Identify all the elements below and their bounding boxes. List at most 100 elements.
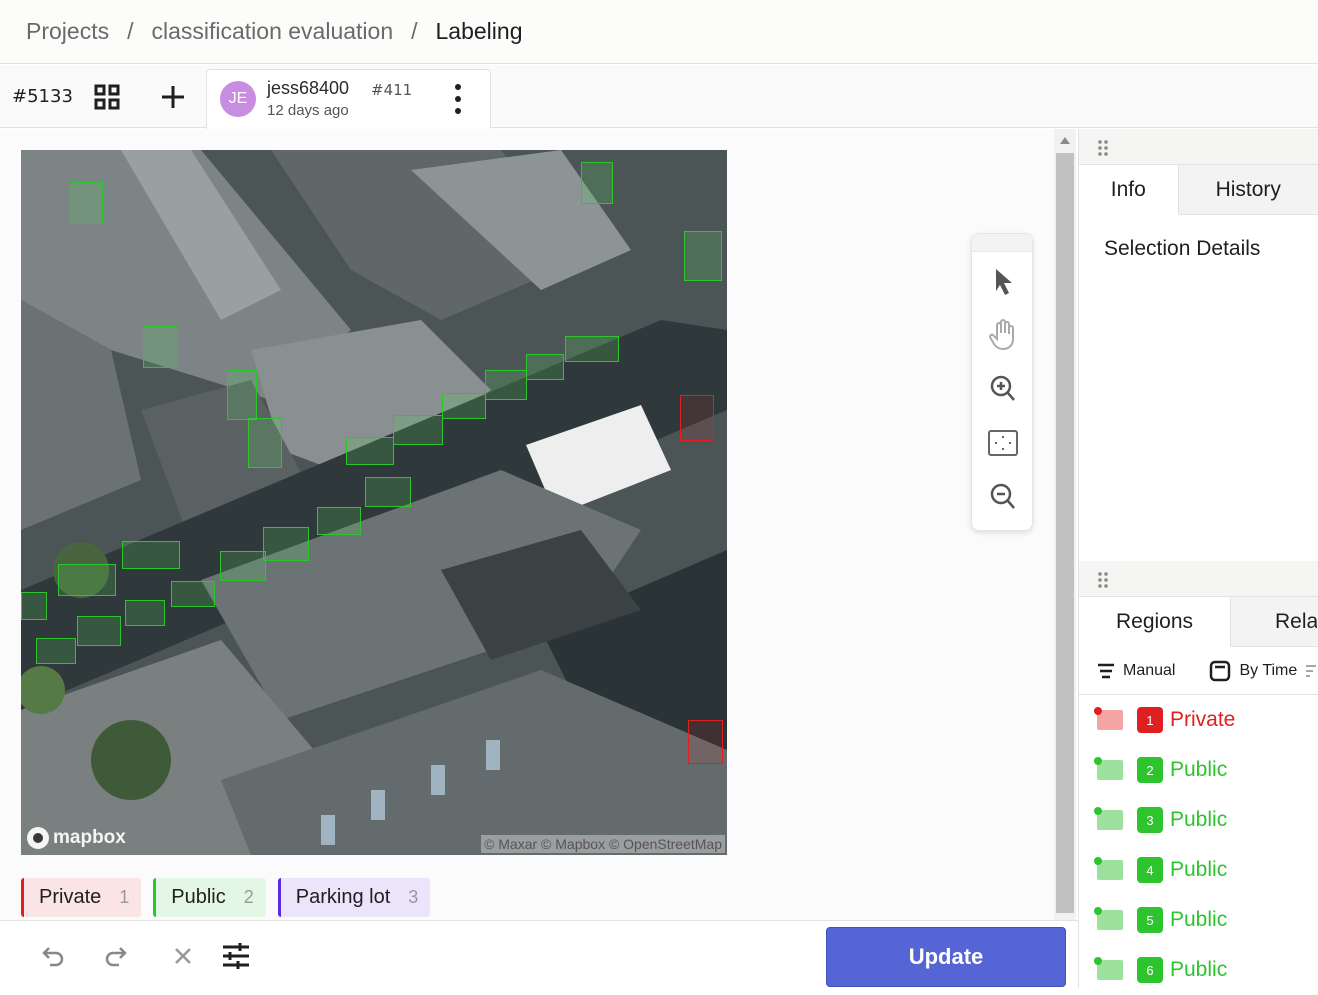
regions-tabs: Regions Relations <box>1079 597 1318 647</box>
zoom-out-icon[interactable] <box>986 480 1020 514</box>
selection-details-title: Selection Details <box>1104 237 1261 260</box>
region-label: Private <box>1170 708 1236 731</box>
region-label: Public <box>1170 758 1228 781</box>
region-item[interactable]: 3 Public <box>1079 795 1318 845</box>
region-number: 3 <box>1137 807 1163 833</box>
region-number: 1 <box>1137 707 1163 733</box>
label-name: Parking lot <box>295 886 391 908</box>
pan-hand-icon[interactable] <box>986 318 1020 352</box>
tab-info[interactable]: Info <box>1079 165 1179 215</box>
region-box[interactable] <box>77 616 121 646</box>
scrollbar-thumb[interactable] <box>1056 153 1074 913</box>
annotation-tab[interactable]: JE jess68400 #411 12 days ago <box>206 69 491 129</box>
region-box[interactable] <box>526 354 564 380</box>
region-shape-icon <box>1094 707 1123 730</box>
label-name: Private <box>39 886 102 908</box>
region-item[interactable]: 4 Public <box>1079 845 1318 895</box>
region-box[interactable] <box>143 326 178 368</box>
region-number: 4 <box>1137 857 1163 883</box>
region-box[interactable] <box>393 415 443 445</box>
breadcrumb: Projects / classification evaluation / L… <box>0 0 1318 64</box>
mapbox-logo: mapbox <box>27 827 126 849</box>
bottom-toolbar: Update <box>0 920 1078 988</box>
toolbar-drag-handle[interactable] <box>972 234 1032 252</box>
canvas-toolbar <box>971 233 1033 531</box>
region-box[interactable] <box>220 551 266 581</box>
region-box[interactable] <box>581 162 613 204</box>
region-box[interactable] <box>263 527 309 561</box>
label-parking-lot[interactable]: Parking lot 3 <box>277 878 431 917</box>
zoom-in-icon[interactable] <box>986 372 1020 406</box>
region-shape-icon <box>1094 957 1123 980</box>
label-hotkey: 3 <box>408 887 419 907</box>
label-hotkey: 2 <box>243 887 254 907</box>
region-box[interactable] <box>125 600 165 626</box>
panel-drag-handle[interactable] <box>1079 561 1318 597</box>
label-name: Public <box>171 886 226 908</box>
manual-sort-button[interactable]: Manual <box>1097 662 1175 680</box>
breadcrumb-project[interactable]: classification evaluation <box>151 18 393 45</box>
region-item[interactable]: 2 Public <box>1079 745 1318 795</box>
region-shape-icon <box>1094 757 1123 780</box>
select-pointer-icon[interactable] <box>986 264 1020 298</box>
canvas-scrollbar[interactable] <box>1054 129 1076 920</box>
scroll-up-icon[interactable] <box>1060 137 1070 144</box>
more-options-icon[interactable] <box>451 82 465 116</box>
region-item[interactable]: 1 Private <box>1079 695 1318 745</box>
breadcrumb-separator: / <box>127 18 134 44</box>
regions-sort-row: Manual By Time <box>1079 647 1318 695</box>
regions-list: 1 Private 2 Public 3 Public 4 Public 5 P… <box>1079 695 1318 995</box>
region-label: Public <box>1170 908 1228 931</box>
tab-regions[interactable]: Regions <box>1079 597 1231 647</box>
region-box[interactable] <box>21 592 47 620</box>
annotation-time: 12 days ago <box>267 102 349 119</box>
region-box[interactable] <box>227 370 257 420</box>
region-box[interactable] <box>485 370 527 400</box>
by-time-sort-button[interactable]: By Time <box>1209 660 1317 682</box>
breadcrumb-current: Labeling <box>435 18 523 44</box>
settings-sliders-icon[interactable] <box>221 941 251 971</box>
region-box[interactable] <box>365 477 411 507</box>
update-button[interactable]: Update <box>826 927 1066 987</box>
grid-view-icon[interactable] <box>94 84 120 110</box>
breadcrumb-projects[interactable]: Projects <box>26 18 109 45</box>
region-box[interactable] <box>248 418 282 468</box>
tab-relations[interactable]: Relations <box>1231 597 1317 647</box>
task-id: #5133 <box>12 86 73 107</box>
avatar: JE <box>220 81 256 117</box>
label-private[interactable]: Private 1 <box>21 878 142 917</box>
undo-icon[interactable] <box>37 941 67 971</box>
panel-drag-handle[interactable] <box>1079 129 1318 165</box>
region-box[interactable] <box>69 182 103 224</box>
region-box[interactable] <box>58 564 116 596</box>
region-label: Public <box>1170 808 1228 831</box>
region-box[interactable] <box>171 581 215 607</box>
task-header: #5133 JE jess68400 #411 12 days ago <box>0 65 1318 129</box>
add-annotation-icon[interactable] <box>159 83 187 111</box>
region-box[interactable] <box>684 231 722 281</box>
region-box[interactable] <box>346 437 394 465</box>
list-order-icon <box>1098 663 1114 678</box>
region-item[interactable]: 5 Public <box>1079 895 1318 945</box>
region-box-private[interactable] <box>680 395 714 441</box>
clock-icon <box>1210 660 1231 681</box>
tab-history[interactable]: History <box>1179 165 1318 215</box>
clear-icon[interactable] <box>168 941 198 971</box>
fit-to-screen-icon[interactable] <box>986 426 1020 460</box>
region-box[interactable] <box>442 393 486 419</box>
region-box[interactable] <box>565 336 619 362</box>
label-public[interactable]: Public 2 <box>153 878 266 917</box>
region-number: 2 <box>1137 757 1163 783</box>
redo-icon[interactable] <box>102 941 132 971</box>
region-box[interactable] <box>122 541 180 569</box>
region-box-private[interactable] <box>688 720 723 764</box>
label-hotkey: 1 <box>119 887 130 907</box>
mapbox-logo-text: mapbox <box>53 827 126 848</box>
satellite-image[interactable]: mapbox © Maxar © Mapbox © OpenStreetMap <box>21 150 727 855</box>
sort-direction-icon[interactable] <box>1305 664 1317 678</box>
annotation-id: #411 <box>371 81 413 99</box>
map-attribution: © Maxar © Mapbox © OpenStreetMap <box>481 835 725 853</box>
info-tabs: Info History <box>1079 165 1318 215</box>
region-box[interactable] <box>36 638 76 664</box>
region-box[interactable] <box>317 507 361 535</box>
